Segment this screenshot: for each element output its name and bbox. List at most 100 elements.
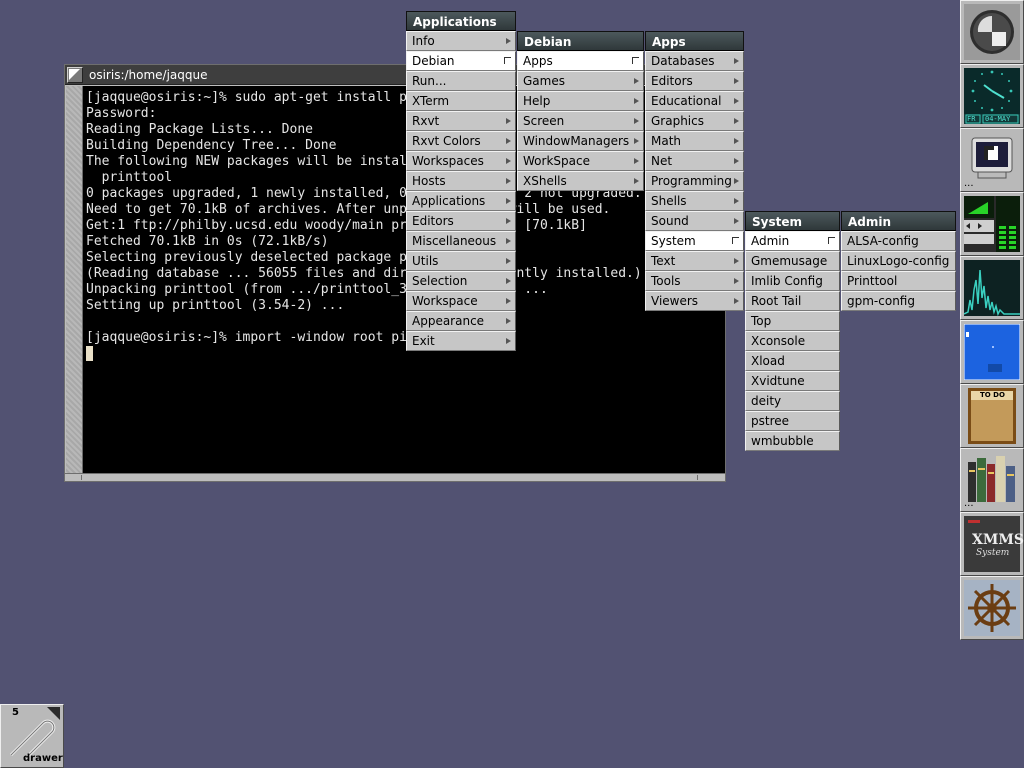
todo-note-icon: TO DO	[964, 388, 1020, 444]
menu-item-shells[interactable]: Shells	[645, 191, 744, 211]
dock-mixer[interactable]	[960, 192, 1024, 256]
dock-clock[interactable]: FR 04-MAY	[960, 64, 1024, 128]
menu-item-help[interactable]: Help	[517, 91, 644, 111]
submenu-arrow-icon	[734, 138, 739, 144]
applications-menu-title[interactable]: Applications	[406, 11, 516, 31]
text-cursor	[86, 346, 93, 361]
menu-item-label: Admin	[751, 234, 790, 248]
drawer-label: drawer	[23, 753, 63, 764]
menu-item-appearance[interactable]: Appearance	[406, 311, 516, 331]
menu-item-utils[interactable]: Utils	[406, 251, 516, 271]
menu-item-label: Shells	[651, 194, 687, 208]
dock-cpu-monitor[interactable]	[960, 256, 1024, 320]
menu-item-editors[interactable]: Editors	[645, 71, 744, 91]
menu-item-xshells[interactable]: XShells	[517, 171, 644, 191]
dock-todo[interactable]: TO DO	[960, 384, 1024, 448]
menu-item-deity[interactable]: deity	[745, 391, 840, 411]
dock-ellipsis: ...	[964, 498, 974, 509]
menu-item-tools[interactable]: Tools	[645, 271, 744, 291]
submenu-arrow-icon	[506, 158, 511, 164]
menu-item-net[interactable]: Net	[645, 151, 744, 171]
menu-item-label: Text	[651, 254, 676, 268]
menu-item-pstree[interactable]: pstree	[745, 411, 840, 431]
menu-item-admin[interactable]: Admin	[745, 231, 840, 251]
dock-pager[interactable]	[960, 320, 1024, 384]
apps-menu-title[interactable]: Apps	[645, 31, 744, 51]
menu-item-printtool[interactable]: Printtool	[841, 271, 956, 291]
menu-item-windowmanagers[interactable]: WindowManagers	[517, 131, 644, 151]
menu-item-workspace[interactable]: Workspace	[406, 291, 516, 311]
windowmaker-logo-icon	[964, 4, 1020, 60]
menu-item-workspaces[interactable]: Workspaces	[406, 151, 516, 171]
menu-item-editors[interactable]: Editors	[406, 211, 516, 231]
submenu-arrow-icon	[734, 258, 739, 264]
system-menu-title[interactable]: System	[745, 211, 840, 231]
menu-item-top[interactable]: Top	[745, 311, 840, 331]
menu-item-sound[interactable]: Sound	[645, 211, 744, 231]
terminal-resizebar[interactable]	[65, 473, 725, 481]
menu-item-gpm-config[interactable]: gpm-config	[841, 291, 956, 311]
menu-item-debian[interactable]: Debian	[406, 51, 516, 71]
submenu-arrow-icon	[506, 118, 511, 124]
menu-item-text[interactable]: Text	[645, 251, 744, 271]
dock-terminal-launcher[interactable]: ...	[960, 128, 1024, 192]
menu-item-imlib-config[interactable]: Imlib Config	[745, 271, 840, 291]
submenu-arrow-icon	[634, 78, 639, 84]
pager-icon	[963, 323, 1021, 381]
menu-item-exit[interactable]: Exit	[406, 331, 516, 351]
menu-item-label: Help	[523, 94, 551, 108]
menu-item-label: Viewers	[651, 294, 699, 308]
menu-item-label: wmbubble	[751, 434, 814, 448]
menu-item-xterm[interactable]: XTerm	[406, 91, 516, 111]
clock-day: FR	[967, 115, 976, 123]
drawer-launcher[interactable]: 5 drawer	[0, 704, 64, 768]
submenu-open-icon	[632, 57, 639, 64]
menu-item-viewers[interactable]: Viewers	[645, 291, 744, 311]
admin-menu: Admin ALSA-config LinuxLogo-config Printtoo…	[841, 211, 956, 311]
menu-item-root-tail[interactable]: Root Tail	[745, 291, 840, 311]
menu-item-run[interactable]: Run...	[406, 71, 516, 91]
menu-item-wmbubble[interactable]: wmbubble	[745, 431, 840, 451]
menu-item-graphics[interactable]: Graphics	[645, 111, 744, 131]
menu-item-workspace[interactable]: WorkSpace	[517, 151, 644, 171]
menu-item-games[interactable]: Games	[517, 71, 644, 91]
menu-item-educational[interactable]: Educational	[645, 91, 744, 111]
submenu-arrow-icon	[506, 238, 511, 244]
window-menu-button[interactable]	[67, 67, 83, 83]
menu-item-screen[interactable]: Screen	[517, 111, 644, 131]
menu-item-system[interactable]: System	[645, 231, 744, 251]
menu-item-xconsole[interactable]: Xconsole	[745, 331, 840, 351]
dock-xmms[interactable]: XMMS System	[960, 512, 1024, 576]
menu-item-xload[interactable]: Xload	[745, 351, 840, 371]
menu-item-gmemusage[interactable]: Gmemusage	[745, 251, 840, 271]
submenu-arrow-icon	[506, 38, 511, 44]
terminal-scrollbar[interactable]	[66, 86, 83, 474]
menu-item-label: Rxvt Colors	[412, 134, 481, 148]
menu-item-info[interactable]: Info	[406, 31, 516, 51]
menu-item-label: Educational	[651, 94, 722, 108]
admin-menu-title[interactable]: Admin	[841, 211, 956, 231]
menu-item-label: Rxvt	[412, 114, 440, 128]
dock-books[interactable]: ...	[960, 448, 1024, 512]
menu-item-applications[interactable]: Applications	[406, 191, 516, 211]
dock-ship-wheel[interactable]	[960, 576, 1024, 640]
menu-item-label: Workspaces	[412, 154, 484, 168]
menu-item-label: Screen	[523, 114, 565, 128]
menu-item-databases[interactable]: Databases	[645, 51, 744, 71]
submenu-arrow-icon	[506, 318, 511, 324]
submenu-arrow-icon	[734, 178, 739, 184]
menu-item-rxvt-colors[interactable]: Rxvt Colors	[406, 131, 516, 151]
menu-item-xvidtune[interactable]: Xvidtune	[745, 371, 840, 391]
menu-item-hosts[interactable]: Hosts	[406, 171, 516, 191]
menu-item-selection[interactable]: Selection	[406, 271, 516, 291]
menu-item-miscellaneous[interactable]: Miscellaneous	[406, 231, 516, 251]
dock-windowmaker-logo[interactable]	[960, 0, 1024, 64]
menu-item-rxvt[interactable]: Rxvt	[406, 111, 516, 131]
menu-item-programming[interactable]: Programming	[645, 171, 744, 191]
menu-item-label: Gmemusage	[751, 254, 828, 268]
menu-item-alsa-config[interactable]: ALSA-config	[841, 231, 956, 251]
menu-item-apps[interactable]: Apps	[517, 51, 644, 71]
debian-menu-title[interactable]: Debian	[517, 31, 644, 51]
menu-item-math[interactable]: Math	[645, 131, 744, 151]
menu-item-linuxlogo-config[interactable]: LinuxLogo-config	[841, 251, 956, 271]
